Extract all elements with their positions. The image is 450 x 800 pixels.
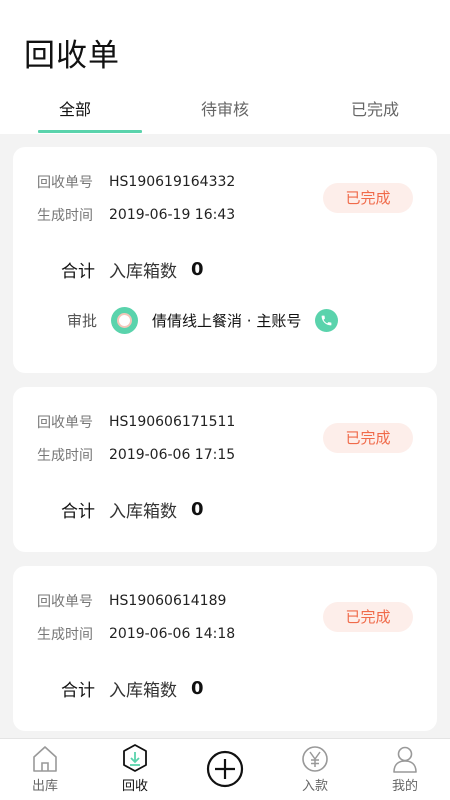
order-card[interactable]: 回收单号 HS190619164332 生成时间 2019-06-19 16:4…	[13, 147, 437, 373]
tab-completed[interactable]: 已完成	[300, 92, 450, 134]
created-time-label: 生成时间	[37, 208, 93, 224]
yen-icon	[301, 739, 329, 775]
created-time-value: 2019-06-06 14:18	[109, 626, 236, 642]
order-card[interactable]: 回收单号 HS19060614189 生成时间 2019-06-06 14:18…	[13, 566, 437, 731]
tabbar-item-recycle[interactable]: 回收	[90, 739, 180, 800]
approve-label: 审批	[67, 312, 98, 330]
tab-pending[interactable]: 待审核	[150, 92, 300, 134]
status-badge: 已完成	[323, 423, 413, 453]
created-time-label: 生成时间	[37, 627, 93, 643]
total-row: 合计 入库箱数 0	[61, 676, 204, 701]
plus-circle-icon	[205, 739, 245, 799]
tabbar-label: 出库	[31, 779, 58, 794]
tabbar-label: 回收	[121, 779, 148, 794]
approve-row: 审批 倩倩线上餐消 · 主账号	[67, 307, 339, 334]
header: 回收单 全部 待审核 已完成	[0, 0, 450, 134]
tabbar-item-mine[interactable]: 我的	[360, 739, 450, 800]
total-label: 合计	[61, 262, 95, 282]
total-label: 合计	[61, 502, 95, 522]
recycle-order-list: 回收单号 HS190619164332 生成时间 2019-06-19 16:4…	[13, 147, 437, 745]
order-card[interactable]: 回收单号 HS190606171511 生成时间 2019-06-06 17:1…	[13, 387, 437, 552]
order-no-row: 回收单号 HS190606171511	[37, 412, 235, 432]
order-no-label: 回收单号	[37, 415, 93, 431]
order-no-label: 回收单号	[37, 594, 93, 610]
tabbar-item-outbound[interactable]: 出库	[0, 739, 90, 800]
created-time-value: 2019-06-06 17:15	[109, 447, 236, 463]
created-time-row: 生成时间 2019-06-06 14:18	[37, 624, 235, 644]
tabbar-label: 入款	[301, 779, 328, 794]
box-count-value: 0	[191, 499, 204, 520]
avatar	[111, 307, 139, 334]
order-no-row: 回收单号 HS190619164332	[37, 172, 235, 192]
tabbar-item-add[interactable]	[180, 739, 270, 800]
box-count-label: 入库箱数	[109, 262, 177, 282]
box-count-label: 入库箱数	[109, 681, 177, 701]
order-no-row: 回收单号 HS19060614189	[37, 591, 226, 611]
total-row: 合计 入库箱数 0	[61, 257, 204, 282]
box-count-value: 0	[191, 259, 204, 280]
tab-all[interactable]: 全部	[0, 92, 150, 134]
total-row: 合计 入库箱数 0	[61, 497, 204, 522]
page-title: 回收单	[24, 38, 120, 74]
status-badge: 已完成	[323, 602, 413, 632]
total-label: 合计	[61, 681, 95, 701]
house-icon	[32, 739, 58, 775]
approver-name: 倩倩线上餐消 · 主账号	[152, 312, 302, 330]
order-no-value: HS19060614189	[109, 593, 227, 609]
phone-icon[interactable]	[315, 309, 339, 332]
order-no-value: HS190619164332	[109, 174, 236, 190]
box-count-label: 入库箱数	[109, 502, 177, 522]
created-time-row: 生成时间 2019-06-19 16:43	[37, 205, 235, 225]
tabbar-label: 我的	[391, 779, 418, 794]
order-no-value: HS190606171511	[109, 414, 236, 430]
bottom-tab-bar: 出库 回收 入款 我的	[0, 738, 450, 800]
filter-tabs: 全部 待审核 已完成	[0, 92, 450, 134]
created-time-row: 生成时间 2019-06-06 17:15	[37, 445, 235, 465]
recycle-icon	[121, 739, 149, 775]
created-time-value: 2019-06-19 16:43	[109, 207, 236, 223]
status-badge: 已完成	[323, 183, 413, 213]
box-count-value: 0	[191, 678, 204, 699]
person-icon	[392, 739, 418, 775]
tabbar-item-income[interactable]: 入款	[270, 739, 360, 800]
created-time-label: 生成时间	[37, 448, 93, 464]
order-no-label: 回收单号	[37, 175, 93, 191]
